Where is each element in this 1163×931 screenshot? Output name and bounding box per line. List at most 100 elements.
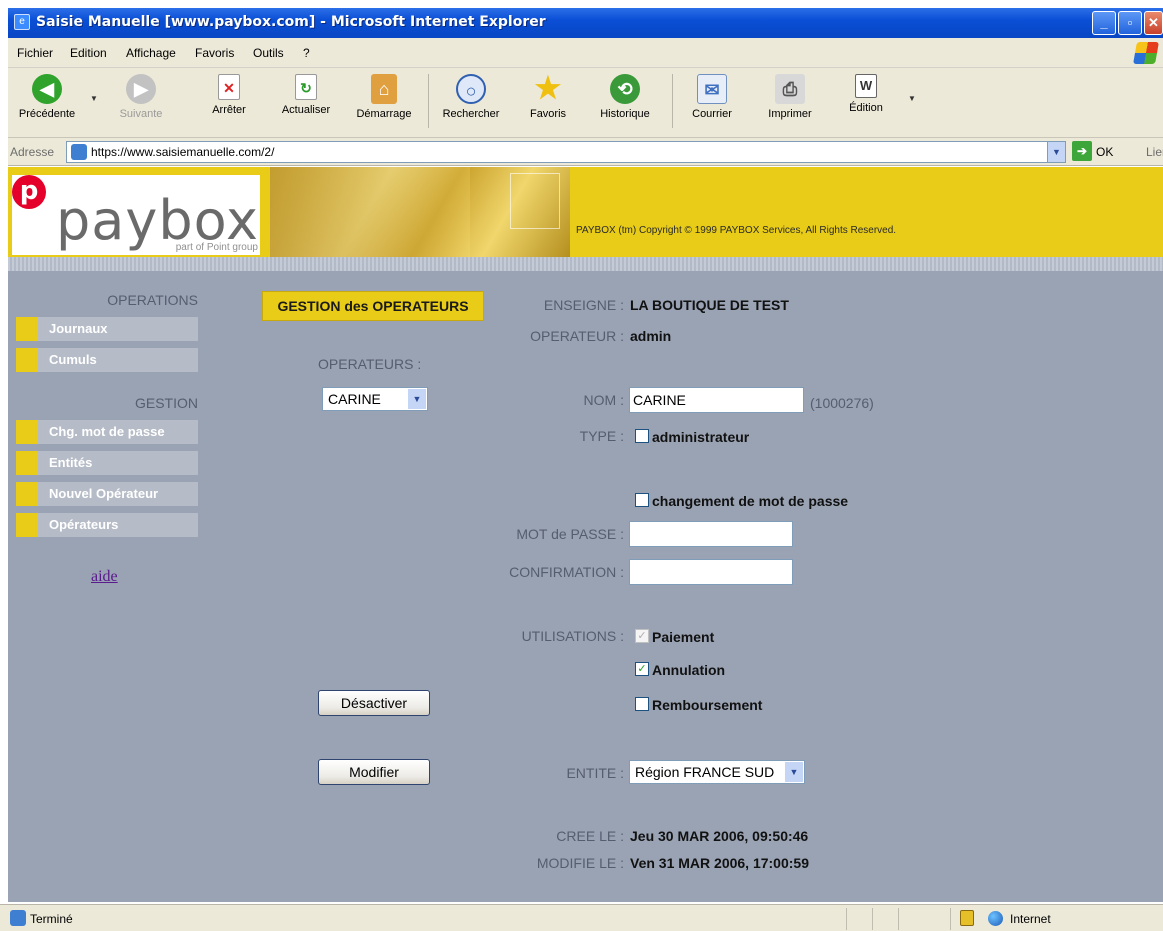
page-icon [10,910,26,926]
password-label: MOT de PASSE : [516,526,624,542]
menu-favoris[interactable]: Favoris [195,46,234,60]
security-zone: Internet [1010,912,1051,926]
header-banner: p paybox part of Point group PAYBOX (tm)… [8,167,1163,257]
nom-field[interactable]: CARINE [629,387,804,413]
sidebar-item-entites[interactable]: Entités [16,451,198,475]
back-dropdown-icon[interactable]: ▼ [90,94,98,103]
admin-checkbox[interactable] [635,429,649,443]
search-label: Rechercher [442,108,500,120]
stop-label: Arrêter [212,104,246,116]
status-divider [898,908,899,930]
sidebar-item-cumuls[interactable]: Cumuls [16,348,198,372]
type-label: TYPE : [579,428,624,444]
modify-button[interactable]: Modifier [318,759,430,785]
menu-fichier[interactable]: Fichier [17,46,53,60]
section-title: GESTION des OPERATEURS [262,291,484,321]
logo-subtitle: part of Point group [175,242,258,253]
address-input[interactable]: https://www.saisiemanuelle.com/2/ ▼ [66,141,1066,163]
sidebar-item-journaux[interactable]: Journaux [16,317,198,341]
status-divider [846,908,847,930]
back-arrow-icon: ◀ [32,74,62,104]
remboursement-checkbox[interactable] [635,697,649,711]
status-text: Terminé [30,912,73,926]
windows-logo-icon [1133,42,1159,64]
annulation-label: Annulation [652,662,726,678]
banner-cube-graphic [510,173,560,229]
usage-label: UTILISATIONS : [521,628,624,644]
status-bar: Terminé Internet [0,904,1163,931]
menu-edition[interactable]: Edition [70,46,107,60]
close-button[interactable]: ✕ [1144,11,1163,35]
mail-button[interactable]: ✉ Courrier [684,74,740,120]
menu-affichage[interactable]: Affichage [126,46,176,60]
home-button[interactable]: ⌂ Démarrage [350,74,418,120]
created-value: Jeu 30 MAR 2006, 09:50:46 [630,828,809,844]
refresh-icon: ↻ [295,74,317,100]
entite-select[interactable]: Région FRANCE SUD ▼ [629,760,805,784]
page-icon [71,144,87,160]
operator-select[interactable]: CARINE ▼ [322,387,428,411]
operateur-label: OPERATEUR : [530,328,624,344]
go-arrow-icon[interactable]: ➔ [1072,141,1092,161]
forward-arrow-icon: ▶ [126,74,156,104]
logo-p-icon: p [12,175,46,209]
sidebar-item-nouvel-operateur[interactable]: Nouvel Opérateur [16,482,198,506]
star-icon: ★ [534,72,562,105]
edit-dropdown-icon[interactable]: ▼ [908,94,916,103]
menu-help[interactable]: ? [303,46,310,60]
operateur-value: admin [630,328,672,344]
banner-image-shade [270,167,470,257]
password-field[interactable] [629,521,793,547]
window-title: Saisie Manuelle [www.paybox.com] - Micro… [36,14,546,30]
stop-button[interactable]: ✕ Arrêter [204,74,254,116]
globe-icon [988,911,1003,926]
nom-id: (1000276) [810,395,874,411]
mail-icon: ✉ [697,74,727,104]
banner-image [270,167,570,257]
toolbar-separator [672,74,673,128]
window-titlebar: e Saisie Manuelle [www.paybox.com] - Mic… [8,8,1163,38]
links-label[interactable]: Liens [1146,145,1163,159]
paiement-label: Paiement [652,629,715,645]
operators-label: OPERATEURS : [318,356,422,372]
sidebar-item-chg-mot-de-passe[interactable]: Chg. mot de passe [16,420,198,444]
paiement-checkbox: ✓ [635,629,649,643]
logo-wordmark: paybox [56,189,259,252]
history-icon: ⟲ [610,74,640,104]
back-label: Précédente [18,108,76,120]
forward-label: Suivante [119,108,163,120]
edit-button[interactable]: W Édition [838,74,894,114]
home-icon: ⌂ [371,74,397,104]
stop-icon: ✕ [218,74,240,100]
change-password-label: changement de mot de passe [652,493,849,509]
search-button[interactable]: ○ Rechercher [436,74,506,120]
status-divider [872,908,873,930]
history-label: Historique [600,108,650,120]
refresh-button[interactable]: ↻ Actualiser [276,74,336,116]
back-button[interactable]: ◀ Précédente [14,74,80,120]
remboursement-label: Remboursement [652,697,763,713]
forward-button[interactable]: ▶ Suivante [108,74,174,120]
chevron-down-icon: ▼ [408,389,426,409]
menu-bar: Fichier Edition Affichage Favoris Outils… [8,38,1163,68]
go-button[interactable]: OK [1096,145,1113,159]
deactivate-button[interactable]: Désactiver [318,690,430,716]
confirmation-field[interactable] [629,559,793,585]
menu-outils[interactable]: Outils [253,46,284,60]
maximize-button[interactable]: ▫ [1118,11,1142,35]
history-button[interactable]: ⟲ Historique [592,74,658,120]
minimize-button[interactable]: _ [1092,11,1116,35]
change-password-checkbox[interactable] [635,493,649,507]
address-label: Adresse [10,145,55,159]
chevron-down-icon: ▼ [785,762,803,782]
status-divider [950,908,951,930]
modified-value: Ven 31 MAR 2006, 17:00:59 [630,855,809,871]
print-button[interactable]: ⎙ Imprimer [760,74,820,120]
sidebar-item-operateurs[interactable]: Opérateurs [16,513,198,537]
modified-label: MODIFIE LE : [536,855,624,871]
help-link[interactable]: aide [91,568,118,586]
address-dropdown-icon[interactable]: ▼ [1047,142,1065,162]
printer-icon: ⎙ [775,74,805,104]
favorites-button[interactable]: ★ Favoris [520,72,576,121]
annulation-checkbox[interactable]: ✓ [635,662,649,676]
